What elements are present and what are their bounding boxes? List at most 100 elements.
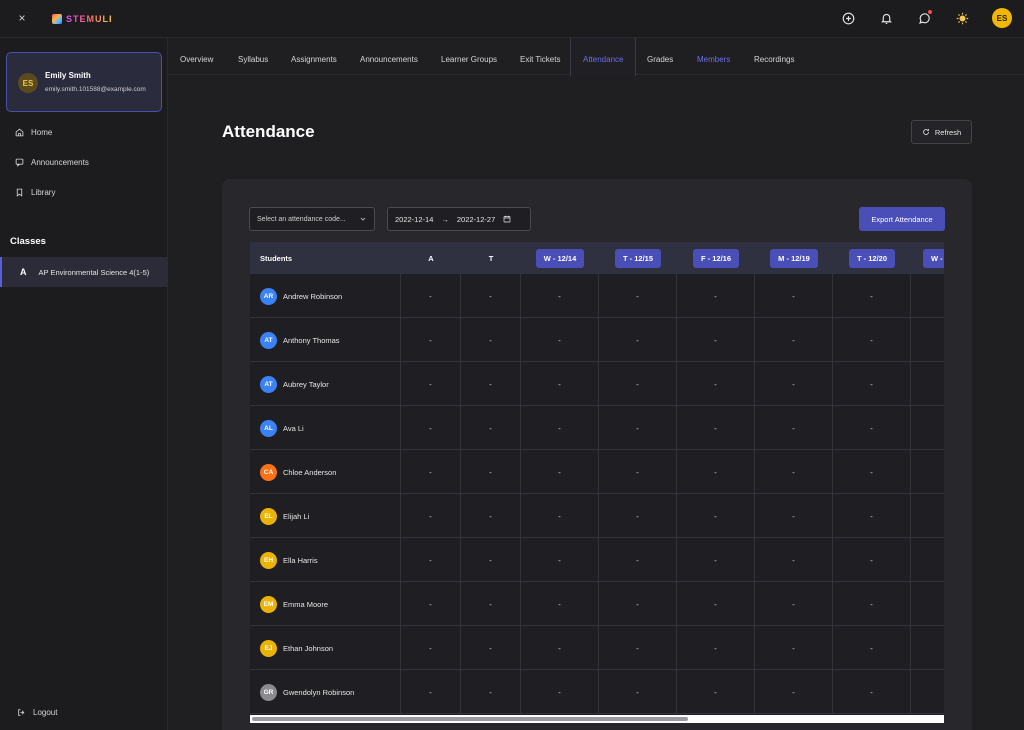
attendance-cell[interactable]: - xyxy=(521,406,599,450)
attendance-cell[interactable]: - xyxy=(911,494,944,538)
attendance-cell[interactable]: - xyxy=(833,494,911,538)
horizontal-scrollbar[interactable] xyxy=(250,715,944,723)
student-cell[interactable]: GR Gwendolyn Robinson xyxy=(250,670,401,714)
attendance-cell[interactable]: - xyxy=(911,626,944,670)
tab-learner-groups[interactable]: Learner Groups xyxy=(429,38,509,75)
header-date[interactable]: M - 12/19 xyxy=(755,242,833,274)
attendance-cell[interactable]: - xyxy=(521,362,599,406)
attendance-cell[interactable]: - xyxy=(521,274,599,318)
sidebar-item-announcements[interactable]: Announcements xyxy=(15,158,89,167)
attendance-cell[interactable]: - xyxy=(755,538,833,582)
attendance-cell[interactable]: - xyxy=(677,494,755,538)
attendance-cell[interactable]: - xyxy=(833,318,911,362)
header-date[interactable]: T - 12/20 xyxy=(833,242,911,274)
attendance-cell[interactable]: - xyxy=(521,494,599,538)
scrollbar-thumb[interactable] xyxy=(252,717,688,721)
attendance-cell[interactable]: - xyxy=(911,318,944,362)
tab-announcements[interactable]: Announcements xyxy=(348,38,430,75)
attendance-cell[interactable]: - xyxy=(599,582,677,626)
attendance-cell[interactable]: - xyxy=(599,274,677,318)
attendance-cell[interactable]: - xyxy=(833,450,911,494)
attendance-cell[interactable]: - xyxy=(755,450,833,494)
attendance-cell[interactable]: - xyxy=(833,274,911,318)
attendance-cell[interactable]: - xyxy=(599,450,677,494)
attendance-cell[interactable]: - xyxy=(911,450,944,494)
header-tardy[interactable]: T xyxy=(461,242,521,274)
attendance-cell[interactable]: - xyxy=(521,626,599,670)
student-cell[interactable]: AT Anthony Thomas xyxy=(250,318,401,362)
attendance-cell[interactable]: - xyxy=(677,450,755,494)
tab-exit-tickets[interactable]: Exit Tickets xyxy=(508,38,572,75)
attendance-cell[interactable]: - xyxy=(755,318,833,362)
student-cell[interactable]: EL Elijah Li xyxy=(250,494,401,538)
tab-members[interactable]: Members xyxy=(685,38,742,75)
attendance-code-select[interactable]: Select an attendance code... xyxy=(249,207,375,231)
add-icon[interactable] xyxy=(840,10,856,26)
attendance-cell[interactable]: - xyxy=(521,582,599,626)
attendance-cell[interactable]: - xyxy=(677,318,755,362)
logo[interactable]: STEMULI xyxy=(52,14,113,24)
attendance-cell[interactable]: - xyxy=(755,274,833,318)
attendance-cell[interactable]: - xyxy=(677,582,755,626)
chat-icon[interactable] xyxy=(916,10,932,26)
attendance-cell[interactable]: - xyxy=(755,494,833,538)
student-cell[interactable]: AR Andrew Robinson xyxy=(250,274,401,318)
export-attendance-button[interactable]: Export Attendance xyxy=(859,207,945,231)
attendance-cell[interactable]: - xyxy=(755,406,833,450)
student-cell[interactable]: EH Ella Harris xyxy=(250,538,401,582)
student-cell[interactable]: AT Aubrey Taylor xyxy=(250,362,401,406)
tab-syllabus[interactable]: Syllabus xyxy=(226,38,280,75)
attendance-cell[interactable]: - xyxy=(599,318,677,362)
tab-recordings[interactable]: Recordings xyxy=(742,38,806,75)
date-range-picker[interactable]: 2022-12-14 → 2022-12-27 xyxy=(387,207,531,231)
header-absent[interactable]: A xyxy=(401,242,461,274)
sun-icon[interactable] xyxy=(954,10,970,26)
header-date[interactable]: T - 12/15 xyxy=(599,242,677,274)
attendance-cell[interactable]: - xyxy=(677,538,755,582)
sidebar-item-library[interactable]: Library xyxy=(15,188,55,197)
attendance-cell[interactable]: - xyxy=(755,582,833,626)
attendance-cell[interactable]: - xyxy=(677,626,755,670)
attendance-cell[interactable]: - xyxy=(911,538,944,582)
attendance-cell[interactable]: - xyxy=(833,582,911,626)
attendance-cell[interactable]: - xyxy=(911,274,944,318)
close-icon[interactable]: × xyxy=(15,11,29,25)
user-avatar[interactable]: ES xyxy=(992,8,1012,28)
attendance-cell[interactable]: - xyxy=(755,626,833,670)
attendance-cell[interactable]: - xyxy=(521,318,599,362)
attendance-cell[interactable]: - xyxy=(599,538,677,582)
attendance-cell[interactable]: - xyxy=(755,670,833,714)
tab-grades[interactable]: Grades xyxy=(635,38,685,75)
logout-button[interactable]: Logout xyxy=(17,708,57,717)
attendance-cell[interactable]: - xyxy=(599,494,677,538)
tab-overview[interactable]: Overview xyxy=(168,38,225,75)
attendance-cell[interactable]: - xyxy=(911,670,944,714)
student-cell[interactable]: EM Emma Moore xyxy=(250,582,401,626)
sidebar-item-class[interactable]: A AP Environmental Science 4(1-5) xyxy=(0,257,168,287)
attendance-cell[interactable]: - xyxy=(677,362,755,406)
header-students[interactable]: Students xyxy=(250,242,401,274)
profile-card[interactable]: ES Emily Smith emily.smith.101588@exampl… xyxy=(6,52,162,112)
student-cell[interactable]: EJ Ethan Johnson xyxy=(250,626,401,670)
attendance-cell[interactable]: - xyxy=(911,406,944,450)
attendance-cell[interactable]: - xyxy=(911,362,944,406)
attendance-cell[interactable]: - xyxy=(521,450,599,494)
attendance-cell[interactable]: - xyxy=(833,626,911,670)
attendance-cell[interactable]: - xyxy=(911,582,944,626)
attendance-cell[interactable]: - xyxy=(599,670,677,714)
header-date[interactable]: F - 12/16 xyxy=(677,242,755,274)
attendance-cell[interactable]: - xyxy=(833,538,911,582)
header-date[interactable]: W - 12/21 xyxy=(911,242,944,274)
attendance-cell[interactable]: - xyxy=(677,406,755,450)
attendance-cell[interactable]: - xyxy=(599,406,677,450)
attendance-cell[interactable]: - xyxy=(521,670,599,714)
tab-assignments[interactable]: Assignments xyxy=(279,38,349,75)
attendance-cell[interactable]: - xyxy=(599,626,677,670)
tab-attendance[interactable]: Attendance xyxy=(570,38,637,76)
attendance-cell[interactable]: - xyxy=(833,406,911,450)
attendance-cell[interactable]: - xyxy=(755,362,833,406)
attendance-cell[interactable]: - xyxy=(521,538,599,582)
attendance-cell[interactable]: - xyxy=(833,362,911,406)
attendance-cell[interactable]: - xyxy=(677,670,755,714)
student-cell[interactable]: AL Ava Li xyxy=(250,406,401,450)
